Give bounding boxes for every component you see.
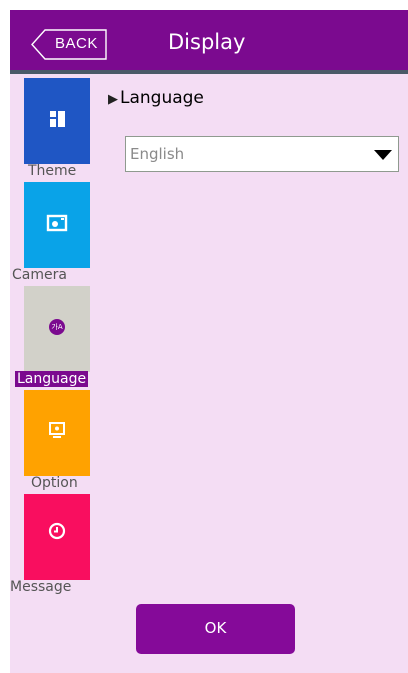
sidebar-item-camera[interactable]: Camera (10, 182, 105, 287)
sidebar-item-label: Theme (28, 163, 77, 179)
page-title: Display (168, 30, 246, 54)
clock-icon (48, 522, 66, 540)
back-button[interactable]: BACK (31, 29, 108, 60)
camera-tile (24, 182, 90, 268)
language-select[interactable]: English (125, 136, 399, 172)
header-divider (10, 70, 408, 74)
section-title: ▶ Language (108, 88, 204, 108)
option-tile (24, 390, 90, 476)
triangle-right-icon: ▶ (108, 92, 118, 107)
ok-button-label: OK (204, 619, 227, 637)
sidebar-item-label: Camera (12, 267, 67, 283)
sidebar-item-option[interactable]: Option (10, 390, 105, 495)
section-title-label: Language (120, 88, 204, 108)
screen: BACK Display Theme Camera 가A Language Op… (10, 10, 408, 673)
language-tile: 가A (24, 286, 90, 372)
theme-tile (24, 78, 90, 164)
theme-icon (50, 111, 65, 127)
back-button-label: BACK (55, 35, 98, 52)
svg-text:가A: 가A (51, 322, 62, 331)
message-tile (24, 494, 90, 580)
sidebar-item-label: Option (31, 475, 78, 491)
header-bar: BACK Display (10, 10, 408, 70)
sidebar-item-message[interactable]: Message (10, 494, 105, 599)
ok-button[interactable]: OK (136, 604, 295, 654)
language-select-value: English (130, 145, 185, 163)
sidebar-item-theme[interactable]: Theme (10, 78, 105, 183)
chevron-down-icon (374, 150, 392, 160)
monitor-icon (49, 422, 65, 438)
camera-icon (46, 214, 68, 232)
sidebar-item-label: Language (15, 371, 89, 387)
language-icon: 가A (49, 319, 65, 335)
sidebar-item-label: Message (10, 579, 72, 595)
sidebar-item-language[interactable]: 가A Language (10, 286, 105, 391)
